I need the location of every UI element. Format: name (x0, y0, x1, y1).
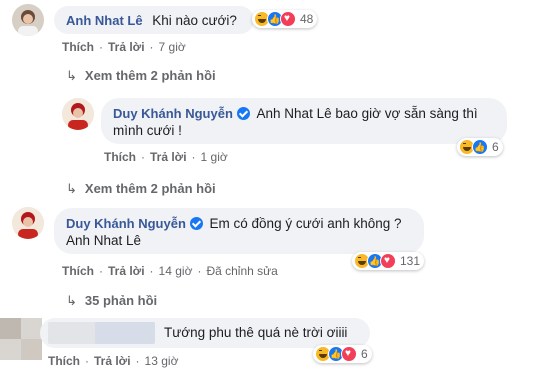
avatar[interactable] (12, 4, 44, 36)
reply-arrow-icon: ↳ (66, 181, 77, 196)
avatar[interactable] (0, 318, 42, 360)
comment-text: Tướng phu thê quá nè trời ơiiii (164, 325, 348, 340)
mention-link[interactable]: Anh Nhat Lê (257, 106, 332, 121)
comment-actions: Thích · Trả lời · 1 giờ (104, 150, 228, 164)
reaction-count: 6 (492, 140, 499, 154)
view-more-replies-label: 35 phản hồi (84, 293, 158, 308)
reply-link[interactable]: Trả lời (150, 150, 187, 164)
reply-arrow-icon: ↳ (66, 68, 77, 83)
comment-text: bao giờ vợ sẵn sàng thì (331, 106, 478, 121)
like-link[interactable]: Thích (62, 40, 94, 54)
comment-author[interactable]: Duy Khánh Nguyễn (66, 216, 186, 231)
reply-link[interactable]: Trả lời (94, 354, 131, 368)
like-link[interactable]: Thích (48, 354, 80, 368)
comment-actions: Thích · Trả lời · 14 giờ · Đã chỉnh sửa (62, 264, 278, 278)
reaction-summary[interactable]: 6 (457, 138, 503, 156)
like-link[interactable]: Thích (62, 264, 94, 278)
view-more-replies-label: Xem thêm 2 phản hồi (84, 68, 216, 83)
timestamp[interactable]: 13 giờ (145, 354, 179, 368)
like-link[interactable]: Thích (104, 150, 136, 164)
verified-badge-icon (189, 217, 203, 230)
reaction-count: 48 (300, 12, 314, 26)
view-more-replies[interactable]: ↳ Xem thêm 2 phản hồi (66, 68, 216, 84)
timestamp[interactable]: 1 giờ (201, 150, 228, 164)
comment-bubble: Duy Khánh Nguyễn Anh Nhat Lê bao giờ vợ … (101, 98, 507, 144)
comment-text: Khi nào cưới? (152, 13, 237, 28)
comment-bubble: Duy Khánh Nguyễn Em có đồng ý cưới anh k… (54, 208, 424, 254)
edited-label[interactable]: Đã chỉnh sửa (206, 264, 277, 278)
comment-text: Em có đồng ý cưới anh không ? (209, 216, 402, 231)
mention-link[interactable]: Anh Nhat Lê (66, 232, 412, 249)
comment-actions: Thích · Trả lời · 7 giờ (62, 40, 186, 54)
view-more-replies[interactable]: ↳ Xem thêm 2 phản hồi (66, 181, 216, 197)
avatar[interactable] (12, 207, 44, 239)
reaction-summary[interactable]: 6 (313, 345, 372, 363)
reply-link[interactable]: Trả lời (108, 40, 145, 54)
reaction-count: 131 (400, 254, 421, 268)
avatar[interactable] (62, 98, 94, 130)
comment-actions: Thích · Trả lời · 13 giờ (48, 354, 179, 368)
reply-arrow-icon: ↳ (66, 293, 77, 308)
obscured-author-name (95, 322, 155, 344)
love-reaction-icon (280, 11, 296, 27)
view-more-replies[interactable]: ↳ 35 phản hồi (66, 293, 157, 309)
reaction-count: 6 (361, 347, 368, 361)
reaction-summary[interactable]: 131 (352, 252, 425, 270)
reaction-summary[interactable]: 48 (252, 10, 318, 28)
like-reaction-icon (472, 139, 488, 155)
view-more-replies-label: Xem thêm 2 phản hồi (84, 181, 216, 196)
comment-bubble: Anh Nhat Lê Khi nào cưới? (54, 6, 254, 34)
love-reaction-icon (380, 253, 396, 269)
love-reaction-icon (341, 346, 357, 362)
reply-link[interactable]: Trả lời (108, 264, 145, 278)
comment-author[interactable]: Duy Khánh Nguyễn (113, 106, 233, 121)
timestamp[interactable]: 14 giờ (159, 264, 193, 278)
comment-author[interactable]: Anh Nhat Lê (66, 13, 143, 28)
timestamp[interactable]: 7 giờ (159, 40, 186, 54)
verified-badge-icon (236, 107, 250, 120)
comment-text-continued: mình cưới ! (113, 123, 182, 138)
